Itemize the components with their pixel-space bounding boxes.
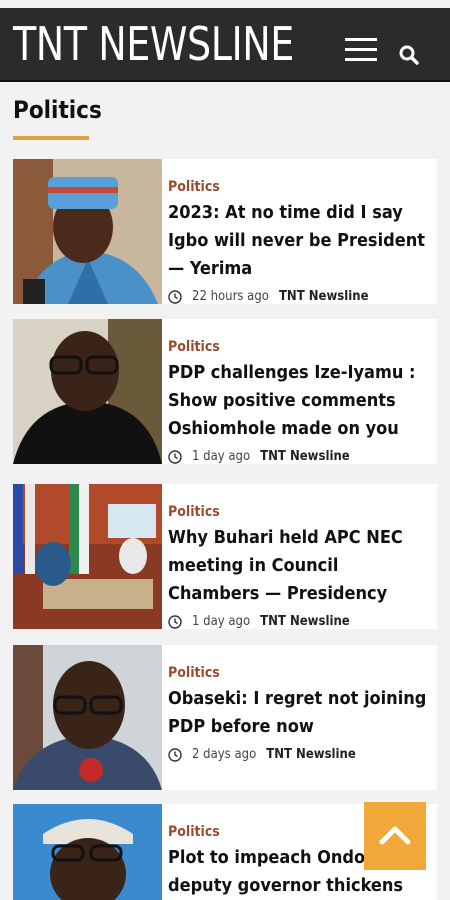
hamburger-menu-icon[interactable]: [345, 38, 377, 66]
article-time: 1 day ago: [192, 614, 251, 629]
section-title-underline: [13, 136, 89, 140]
article-card[interactable]: Politics Why Buhari held APC NEC meeting…: [13, 484, 437, 629]
clock-icon: [168, 289, 182, 304]
article-headline[interactable]: Obaseki: I regret not joining PDP before…: [168, 685, 430, 741]
article-category[interactable]: Politics: [168, 665, 430, 681]
scroll-to-top-button[interactable]: [364, 802, 426, 870]
article-time: 22 hours ago: [192, 289, 269, 304]
article-meta: 22 hours ago TNT Newsline: [168, 289, 430, 304]
article-category[interactable]: Politics: [168, 504, 430, 520]
chevron-up-icon: [379, 826, 411, 845]
article-author[interactable]: TNT Newsline: [260, 449, 350, 464]
article-time: 2 days ago: [192, 747, 257, 762]
article-thumbnail[interactable]: [13, 804, 162, 900]
article-category[interactable]: Politics: [168, 339, 430, 355]
article-card[interactable]: Politics PDP challenges Ize-Iyamu : Show…: [13, 319, 437, 464]
article-author[interactable]: TNT Newsline: [266, 747, 356, 762]
article-card[interactable]: Politics 2023: At no time did I say Igbo…: [13, 159, 437, 304]
clock-icon: [168, 449, 182, 464]
site-logo-title[interactable]: TNT NEWSLINE: [13, 16, 294, 72]
article-meta: 1 day ago TNT Newsline: [168, 449, 430, 464]
article-headline[interactable]: PDP challenges Ize-Iyamu : Show positive…: [168, 359, 430, 443]
article-meta: 1 day ago TNT Newsline: [168, 614, 430, 629]
article-author[interactable]: TNT Newsline: [260, 614, 350, 629]
article-headline[interactable]: 2023: At no time did I say Igbo will nev…: [168, 199, 430, 283]
article-thumbnail[interactable]: [13, 645, 162, 790]
article-card[interactable]: Politics Obaseki: I regret not joining P…: [13, 645, 437, 790]
search-icon[interactable]: [398, 44, 420, 66]
article-thumbnail[interactable]: [13, 484, 162, 629]
article-thumbnail[interactable]: [13, 159, 162, 304]
article-time: 1 day ago: [192, 449, 251, 464]
clock-icon: [168, 614, 182, 629]
article-thumbnail[interactable]: [13, 319, 162, 464]
top-header-bar: TNT NEWSLINE: [0, 8, 450, 82]
clock-icon: [168, 747, 182, 762]
article-headline[interactable]: Why Buhari held APC NEC meeting in Counc…: [168, 524, 430, 608]
article-author[interactable]: TNT Newsline: [279, 289, 369, 304]
article-category[interactable]: Politics: [168, 179, 430, 195]
article-meta: 2 days ago TNT Newsline: [168, 747, 430, 762]
section-title: Politics: [13, 96, 102, 124]
